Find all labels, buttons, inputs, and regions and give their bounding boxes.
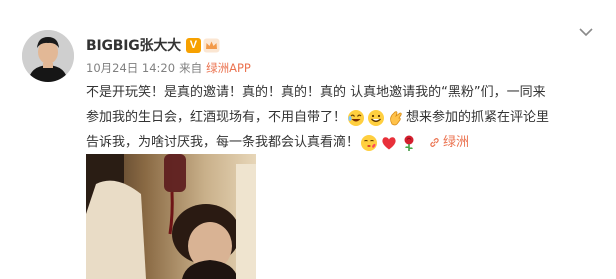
clap-emoji — [387, 109, 405, 127]
oasis-link[interactable]: 绿洲 — [429, 130, 469, 155]
link-label: 绿洲 — [443, 135, 470, 150]
grin-emoji — [367, 109, 385, 127]
post-image[interactable] — [86, 154, 256, 279]
crown-icon[interactable] — [203, 38, 220, 53]
source-prefix: 来自 — [179, 61, 203, 75]
source-app-link[interactable]: 绿洲APP — [206, 60, 251, 76]
post-text-segment: 不是开玩笑！是真的邀请！真的！真的！真的 认真地邀请我的“黑粉”们，一同来 — [86, 85, 546, 100]
avatar[interactable] — [22, 30, 74, 82]
rose-icon — [400, 134, 418, 152]
weibo-post-card: BIGBIG张大大 V 10月24日 14:20 来自 绿洲APP 不是开玩笑！… — [0, 0, 616, 279]
post-timestamp[interactable]: 10月24日 14:20 — [86, 60, 175, 76]
username-link[interactable]: BIGBIG张大大 — [86, 35, 181, 55]
avatar-image — [22, 30, 74, 82]
post-meta: 10月24日 14:20 来自 绿洲APP — [86, 60, 251, 76]
post-header: BIGBIG张大大 V — [86, 34, 220, 56]
post-photo — [86, 154, 256, 279]
post-text: 不是开玩笑！是真的邀请！真的！真的！真的 认真地邀请我的“黑粉”们，一同来 参加… — [86, 80, 594, 155]
kiss-emoji — [360, 134, 378, 152]
heart-icon — [380, 134, 398, 152]
post-text-line-1: 不是开玩笑！是真的邀请！真的！真的！真的 认真地邀请我的“黑粉”们，一同来 — [86, 80, 594, 105]
post-text-segment: 告诉我，为啥讨厌我，每一条我都会认真看滴！ — [86, 135, 360, 150]
verified-icon[interactable]: V — [185, 37, 201, 53]
link-icon — [430, 138, 439, 147]
chevron-down-icon[interactable] — [578, 26, 594, 38]
post-text-line-3: 告诉我，为啥讨厌我，每一条我都会认真看滴！ 绿洲 — [86, 130, 594, 155]
post-text-line-2: 参加我的生日会，红酒现场有，不用自带了！ 想来参加的抓紧在评论里 — [86, 105, 594, 130]
laugh-cry-emoji — [347, 109, 365, 127]
post-text-segment: 参加我的生日会，红酒现场有，不用自带了！ — [86, 110, 347, 125]
post-text-segment: 想来参加的抓紧在评论里 — [406, 110, 550, 125]
